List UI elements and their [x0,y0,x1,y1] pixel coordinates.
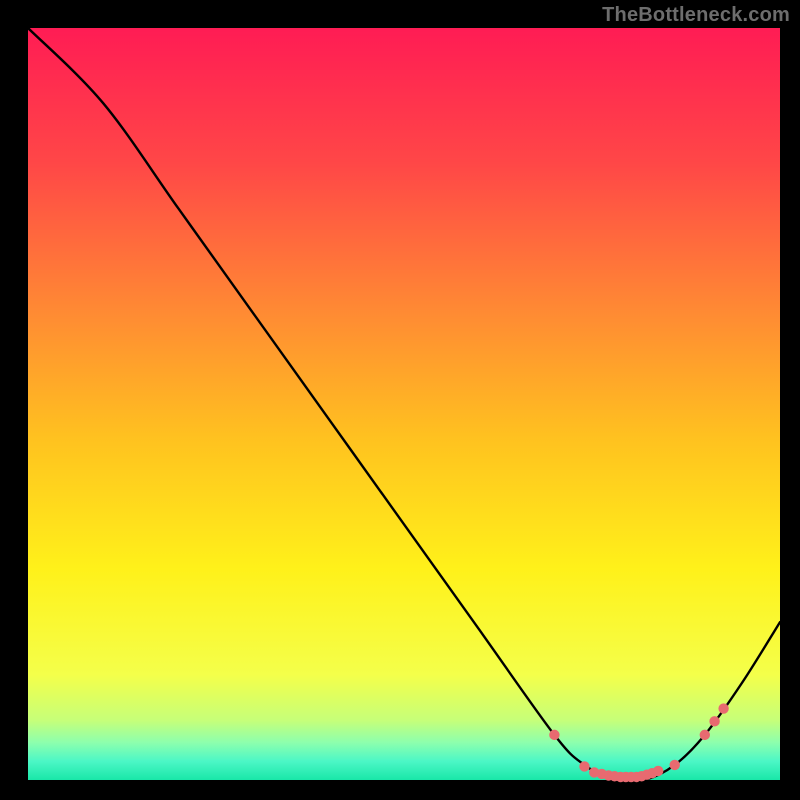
highlight-dot [653,766,663,776]
bottleneck-chart [0,0,800,800]
highlight-dot [579,761,589,771]
chart-container: TheBottleneck.com [0,0,800,800]
highlight-dot [670,760,680,770]
watermark-text: TheBottleneck.com [602,4,790,27]
highlight-dot [549,730,559,740]
plot-area [28,28,780,780]
highlight-dot [709,716,719,726]
highlight-dot [718,703,728,713]
highlight-dot [700,730,710,740]
